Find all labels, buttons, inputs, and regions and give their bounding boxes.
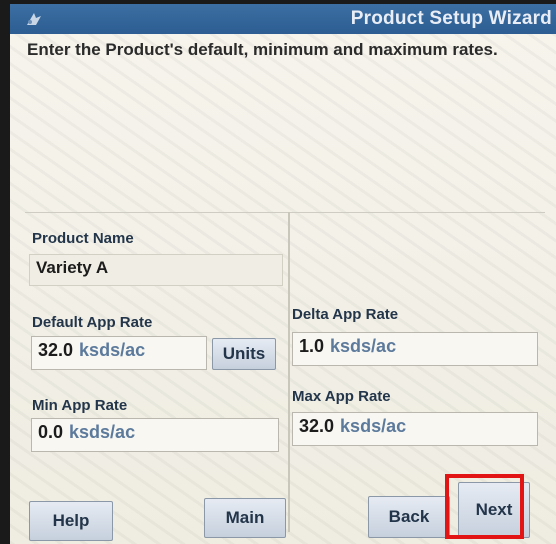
back-button[interactable]: Back bbox=[368, 496, 450, 538]
min-rate-unit: ksds/ac bbox=[69, 422, 136, 442]
min-rate-label: Min App Rate bbox=[32, 397, 128, 414]
column-divider bbox=[288, 212, 290, 532]
min-rate-value: 0.0 bbox=[38, 422, 64, 442]
delta-rate-unit: ksds/ac bbox=[330, 336, 397, 356]
help-button[interactable]: Help bbox=[29, 501, 113, 541]
product-name-label: Product Name bbox=[32, 230, 134, 247]
next-highlight-box bbox=[445, 474, 524, 539]
title-bar: Product Setup Wizard bbox=[10, 4, 556, 34]
app-logo-icon bbox=[27, 13, 41, 25]
main-button[interactable]: Main bbox=[204, 498, 286, 538]
form-divider bbox=[25, 212, 545, 213]
product-name-value: Variety A bbox=[36, 258, 109, 277]
default-rate-unit: ksds/ac bbox=[79, 340, 146, 360]
delta-rate-field[interactable]: 1.0 ksds/ac bbox=[292, 332, 538, 366]
default-rate-label: Default App Rate bbox=[32, 314, 153, 331]
max-rate-field[interactable]: 32.0 ksds/ac bbox=[292, 412, 538, 446]
delta-rate-label: Delta App Rate bbox=[292, 306, 399, 323]
units-button[interactable]: Units bbox=[212, 338, 276, 370]
instructions-text: Enter the Product's default, minimum and… bbox=[27, 40, 498, 59]
default-rate-value: 32.0 bbox=[38, 340, 74, 360]
wizard-screen: Product Setup Wizard Enter the Product's… bbox=[10, 4, 556, 544]
min-rate-field[interactable]: 0.0 ksds/ac bbox=[31, 418, 279, 452]
delta-rate-value: 1.0 bbox=[299, 336, 325, 356]
max-rate-value: 32.0 bbox=[299, 416, 335, 436]
max-rate-label: Max App Rate bbox=[292, 388, 391, 405]
default-rate-field[interactable]: 32.0 ksds/ac bbox=[31, 336, 207, 370]
window-title: Product Setup Wizard bbox=[350, 8, 552, 29]
max-rate-unit: ksds/ac bbox=[340, 416, 407, 436]
product-name-field[interactable]: Variety A bbox=[29, 254, 283, 286]
